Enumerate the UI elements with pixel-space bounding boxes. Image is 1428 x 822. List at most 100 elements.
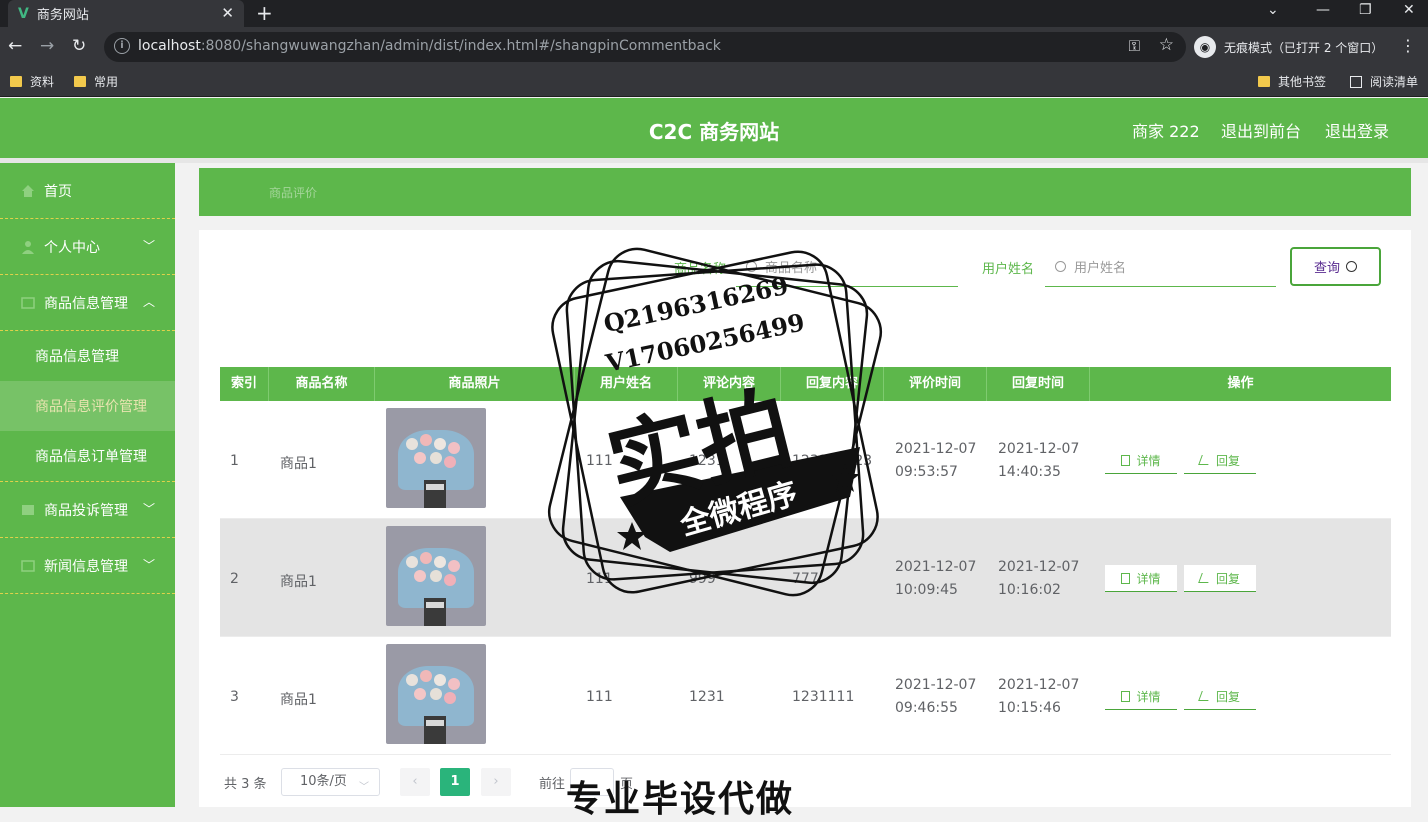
page-size-select[interactable]: 10条/页 ﹀	[281, 768, 380, 796]
browser-tab-bar: V 商务网站 ✕ + ⌄ — ❐ ✕	[0, 0, 1428, 27]
browser-tab[interactable]: V 商务网站 ✕	[8, 0, 244, 27]
url-input[interactable]: i localhost:8080/shangwuwangzhan/admin/d…	[104, 32, 1186, 62]
cell-review-time: 2021-12-07 09:46:55	[895, 677, 977, 716]
user-name-label: 用户姓名	[982, 261, 1035, 277]
chevron-up-icon: ︿	[142, 295, 155, 309]
bookmark-folder-other[interactable]: 其他书签	[1258, 73, 1326, 90]
table-header: 索引 商品名称 商品照片 用户姓名 评论内容 回复内容 评价时间 回复时间 操作	[220, 367, 1391, 401]
cell-user-name: 111	[586, 453, 613, 469]
new-tab-icon[interactable]: +	[256, 1, 273, 25]
col-user-name: 用户姓名	[575, 367, 678, 401]
col-comment: 评论内容	[678, 367, 781, 401]
detail-button[interactable]: 详情	[1105, 683, 1177, 710]
pagination-total: 共 3 条	[224, 776, 267, 792]
sidebar-item-personal-center[interactable]: 个人中心 ﹀	[0, 219, 175, 275]
cell-reply: 777	[792, 571, 819, 587]
table-row: 2 商品1 111 999 777 2021-12-07 10:09:45 202…	[220, 519, 1391, 637]
document-icon	[1121, 454, 1131, 466]
reading-list[interactable]: 阅读清单	[1350, 73, 1418, 90]
cell-reply-time: 2021-12-07 14:40:35	[998, 441, 1080, 480]
home-icon	[22, 184, 34, 197]
watermark-bottom: 专业毕设代做	[566, 779, 795, 820]
sidebar-subitem-product-manage[interactable]: 商品信息管理	[0, 331, 175, 381]
sidebar-item-label: 新闻信息管理	[44, 558, 128, 575]
cell-product-name: 商品1	[280, 692, 317, 708]
table-row: 3 商品1 111 1231 1231111 2021-12-07 09:46:5…	[220, 637, 1391, 755]
sidebar-item-news[interactable]: 新闻信息管理 ﹀	[0, 538, 175, 594]
product-name-label: 商品名称	[674, 261, 727, 277]
col-reply-time: 回复时间	[987, 367, 1090, 401]
reading-list-icon	[1350, 75, 1362, 88]
placeholder-text: 商品名称	[765, 261, 818, 276]
detail-button[interactable]: 详情	[1105, 565, 1177, 592]
col-reply: 回复内容	[781, 367, 884, 401]
product-search-group: 商品名称 商品名称	[674, 247, 959, 287]
forward-icon[interactable]: →	[40, 36, 54, 56]
box-icon	[21, 559, 35, 572]
incognito-indicator[interactable]: ◉ 无痕模式（已打开 2 个窗口）	[1194, 35, 1383, 59]
col-review-time: 评价时间	[884, 367, 987, 401]
tab-title: 商务网站	[36, 8, 89, 23]
address-bar: ← → ↻ i localhost:8080/shangwuwangzhan/a…	[0, 27, 1428, 67]
sidebar: 首页 个人中心 ﹀ 商品信息管理 ︿ 商品信息管理 商品信息评价管理 商品信息订…	[0, 163, 175, 807]
cell-product-name: 商品1	[280, 456, 317, 472]
sidebar-item-label: 首页	[44, 183, 72, 200]
chevron-down-icon: ﹀	[142, 558, 155, 572]
detail-button[interactable]: 详情	[1105, 447, 1177, 474]
box-icon	[21, 296, 35, 309]
site-info-icon[interactable]: i	[114, 38, 130, 54]
sidebar-item-label: 商品信息管理	[44, 295, 128, 312]
prev-page-button[interactable]: ‹	[400, 768, 430, 796]
folder-icon	[10, 76, 22, 87]
reload-icon[interactable]: ↻	[72, 36, 86, 56]
minimize-icon[interactable]: —	[1316, 2, 1330, 18]
bookmark-star-icon[interactable]: ☆	[1159, 35, 1174, 55]
sidebar-subitem-product-order[interactable]: 商品信息订单管理	[0, 431, 175, 481]
close-window-icon[interactable]: ✕	[1403, 2, 1415, 18]
edit-icon	[1198, 455, 1212, 465]
edit-icon	[1198, 691, 1212, 701]
url-text: localhost:8080/shangwuwangzhan/admin/dis…	[138, 38, 721, 54]
user-icon	[22, 240, 34, 254]
cell-reply: 1231111	[792, 689, 855, 705]
user-name-input[interactable]: 用户姓名	[1045, 247, 1277, 287]
cell-review-time: 2021-12-07 09:53:57	[895, 441, 977, 480]
document-icon	[1121, 572, 1131, 584]
logout-link[interactable]: 退出登录	[1325, 118, 1389, 142]
document-icon	[1121, 690, 1131, 702]
chevron-down-icon: ﹀	[142, 502, 155, 516]
current-user: 商家 222	[1132, 122, 1200, 141]
incognito-label: 无痕模式（已打开 2 个窗口）	[1224, 40, 1384, 55]
cell-index: 2	[230, 571, 239, 587]
reply-button[interactable]: 回复	[1184, 447, 1256, 474]
browser-menu-icon[interactable]: ⋮	[1400, 36, 1416, 55]
cell-reply: 123123123	[792, 453, 873, 469]
close-tab-icon[interactable]: ✕	[221, 4, 234, 22]
sidebar-item-complaints[interactable]: 商品投诉管理 ﹀	[0, 482, 175, 538]
back-icon[interactable]: ←	[8, 36, 22, 56]
header-divider	[0, 158, 1428, 163]
page-1-button[interactable]: 1	[440, 768, 470, 796]
breadcrumb: 商品评价	[199, 168, 1411, 216]
bookmark-folder-ziliao[interactable]: 资料	[10, 73, 54, 90]
restore-icon[interactable]: ❐	[1359, 2, 1372, 18]
sidebar-item-product-info[interactable]: 商品信息管理 ︿	[0, 275, 175, 331]
reply-button[interactable]: 回复	[1184, 565, 1256, 592]
query-button[interactable]: 查询	[1290, 247, 1381, 286]
incognito-icon: ◉	[1194, 36, 1216, 58]
tab-search-chevron-icon[interactable]: ⌄	[1267, 2, 1279, 18]
col-product-name: 商品名称	[269, 367, 375, 401]
exit-to-front-link[interactable]: 退出到前台	[1221, 118, 1301, 142]
cell-product-name: 商品1	[280, 574, 317, 590]
sidebar-item-home[interactable]: 首页	[0, 163, 175, 219]
sidebar-subitem-product-review[interactable]: 商品信息评价管理	[0, 381, 175, 431]
key-icon[interactable]: ⚿	[1129, 37, 1140, 55]
bookmark-folder-changyong[interactable]: 常用	[74, 73, 118, 90]
cell-user-name: 111	[586, 689, 613, 705]
cell-index: 1	[230, 453, 239, 469]
sidebar-submenu: 商品信息管理 商品信息评价管理 商品信息订单管理	[0, 331, 175, 482]
next-page-button[interactable]: ›	[481, 768, 511, 796]
product-name-input[interactable]: 商品名称	[736, 247, 959, 287]
reply-button[interactable]: 回复	[1184, 683, 1256, 710]
cell-comment: 1231	[689, 689, 725, 705]
